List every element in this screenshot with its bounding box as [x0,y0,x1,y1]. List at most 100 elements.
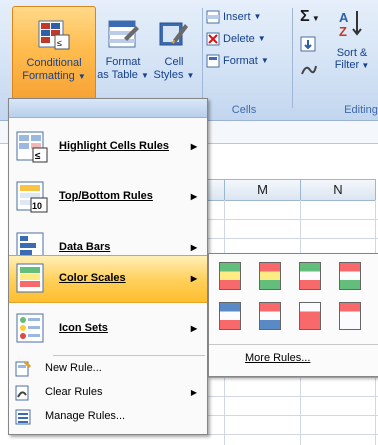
fill-icon [300,36,316,52]
insert-icon [206,10,220,24]
menu-item-color-scales[interactable]: Color Scales ▶ [9,255,207,303]
editing-group-label: Editing [344,104,378,116]
top-bottom-icon: 10 [15,180,49,214]
eraser-icon [301,65,317,75]
color-scales-gallery: More Rules... [208,253,378,377]
svg-text:≤: ≤ [57,38,62,48]
format-as-table-icon [106,18,140,50]
cells-group: Insert ▼ Delete ▼ Format ▼ [206,6,290,72]
grid-line [200,415,378,416]
highlight-cells-icon: ≤ [15,130,49,164]
conditional-formatting-label2: Formatting [22,70,75,82]
insert-label: Insert [223,11,251,23]
chevron-down-icon: ▼ [140,71,149,80]
color-scale-option[interactable] [299,302,321,330]
conditional-formatting-menu: ≤ Highlight Cells Rules ▶ 10 Top/Bottom … [8,98,208,435]
column-header-M[interactable]: M [224,179,301,201]
menu-item-highlight-cells-rules[interactable]: ≤ Highlight Cells Rules ▶ [9,123,207,171]
insert-button[interactable]: Insert ▼ [206,6,290,28]
format-as-table-label2-row: as Table ▼ [96,69,150,82]
chevron-down-icon: ▼ [253,12,262,21]
chevron-down-icon: ▼ [257,34,266,43]
sort-filter-icon: A Z [339,10,362,39]
format-as-table-button[interactable]: Format as Table ▼ [96,6,150,98]
menu-item-top-bottom-rules[interactable]: 10 Top/Bottom Rules ▶ [9,173,207,221]
sort-filter-label2-row: Filter ▼ [328,59,376,71]
delete-button[interactable]: Delete ▼ [206,28,290,50]
submenu-arrow-icon: ▶ [190,192,197,201]
cell-styles-label2-row: Styles ▼ [150,69,198,82]
menu-item-label: Icon Sets [59,322,108,334]
menu-title-bar [9,99,207,118]
svg-text:Z: Z [339,24,347,38]
grid-line [200,219,378,220]
more-rules-link[interactable]: More Rules... [245,352,310,364]
new-rule-icon [15,360,32,377]
menu-item-label: Data Bars [59,241,111,253]
menu-item-label: Highlight Cells Rules [59,140,170,152]
submenu-arrow-icon: ▶ [190,142,197,151]
column-header-label: N [333,182,343,197]
manage-rules-icon [15,409,31,425]
menu-item-new-rule[interactable]: New Rule... [9,358,207,380]
menu-item-label: Manage Rules... [45,410,126,422]
format-as-table-label2: as Table [97,69,138,81]
group-separator [292,8,293,108]
color-scale-option[interactable] [339,262,361,290]
cells-group-label: Cells [231,104,257,116]
color-scale-option[interactable] [219,262,241,290]
submenu-arrow-icon: ▶ [190,243,197,252]
color-scales-icon [15,262,49,296]
menu-item-clear-rules[interactable]: Clear Rules ▶ [9,382,207,404]
menu-item-label: New Rule... [45,362,102,374]
color-scale-option[interactable] [219,302,241,330]
grid-line [200,434,378,435]
clear-rules-icon [15,385,31,401]
chevron-down-icon: ▼ [309,14,320,23]
format-icon [206,54,220,68]
grid-line [200,238,378,239]
conditional-formatting-label1: Conditional [26,57,82,69]
conditional-formatting-icon: ≤ [37,19,71,51]
format-button[interactable]: Format ▼ [206,50,290,72]
fill-button[interactable] [300,36,316,55]
sort-filter-label1: Sort & [336,47,368,59]
chevron-down-icon: ▼ [77,72,86,81]
cell-styles-icon [157,18,191,50]
color-scale-option[interactable] [299,262,321,290]
chevron-down-icon: ▼ [186,71,195,80]
menu-separator [53,355,205,356]
delete-label: Delete [223,33,255,45]
svg-text:10: 10 [32,201,42,211]
menu-item-label: Top/Bottom Rules [59,190,153,202]
submenu-arrow-icon: ▶ [190,274,197,283]
sort-filter-button[interactable]: A Z Sort & Filter ▼ [328,8,376,71]
column-header-N[interactable]: N [300,179,376,201]
conditional-formatting-button[interactable]: ≤ Conditional Formatting ▼ [12,6,96,100]
color-scale-option[interactable] [259,262,281,290]
submenu-arrow-icon: ▶ [190,324,197,333]
color-scale-option[interactable] [259,302,281,330]
sum-icon: Σ [300,8,310,25]
cell-styles-label1: Cell [164,56,184,68]
menu-item-manage-rules[interactable]: Manage Rules... [9,406,207,428]
format-as-table-label1: Format [105,56,141,68]
conditional-formatting-label2-row: Formatting ▼ [13,70,95,83]
clear-button[interactable] [300,62,318,81]
svg-text:≤: ≤ [35,151,41,162]
column-header-L[interactable] [205,179,225,201]
cell-styles-label2: Styles [153,69,184,81]
menu-item-label: Clear Rules [45,386,103,398]
color-scale-option[interactable] [339,302,361,330]
grid-line [200,377,378,378]
group-separator [202,8,203,108]
svg-text:A: A [339,10,349,25]
sort-filter-label2: Filter [334,59,360,71]
menu-item-label: Color Scales [59,272,126,284]
menu-item-icon-sets[interactable]: Icon Sets ▶ [9,305,207,353]
autosum-button[interactable]: Σ ▼ [300,8,320,26]
format-label: Format [223,55,258,67]
cell-styles-button[interactable]: Cell Styles ▼ [150,6,198,98]
grid-line [200,396,378,397]
gallery-separator [209,344,378,345]
